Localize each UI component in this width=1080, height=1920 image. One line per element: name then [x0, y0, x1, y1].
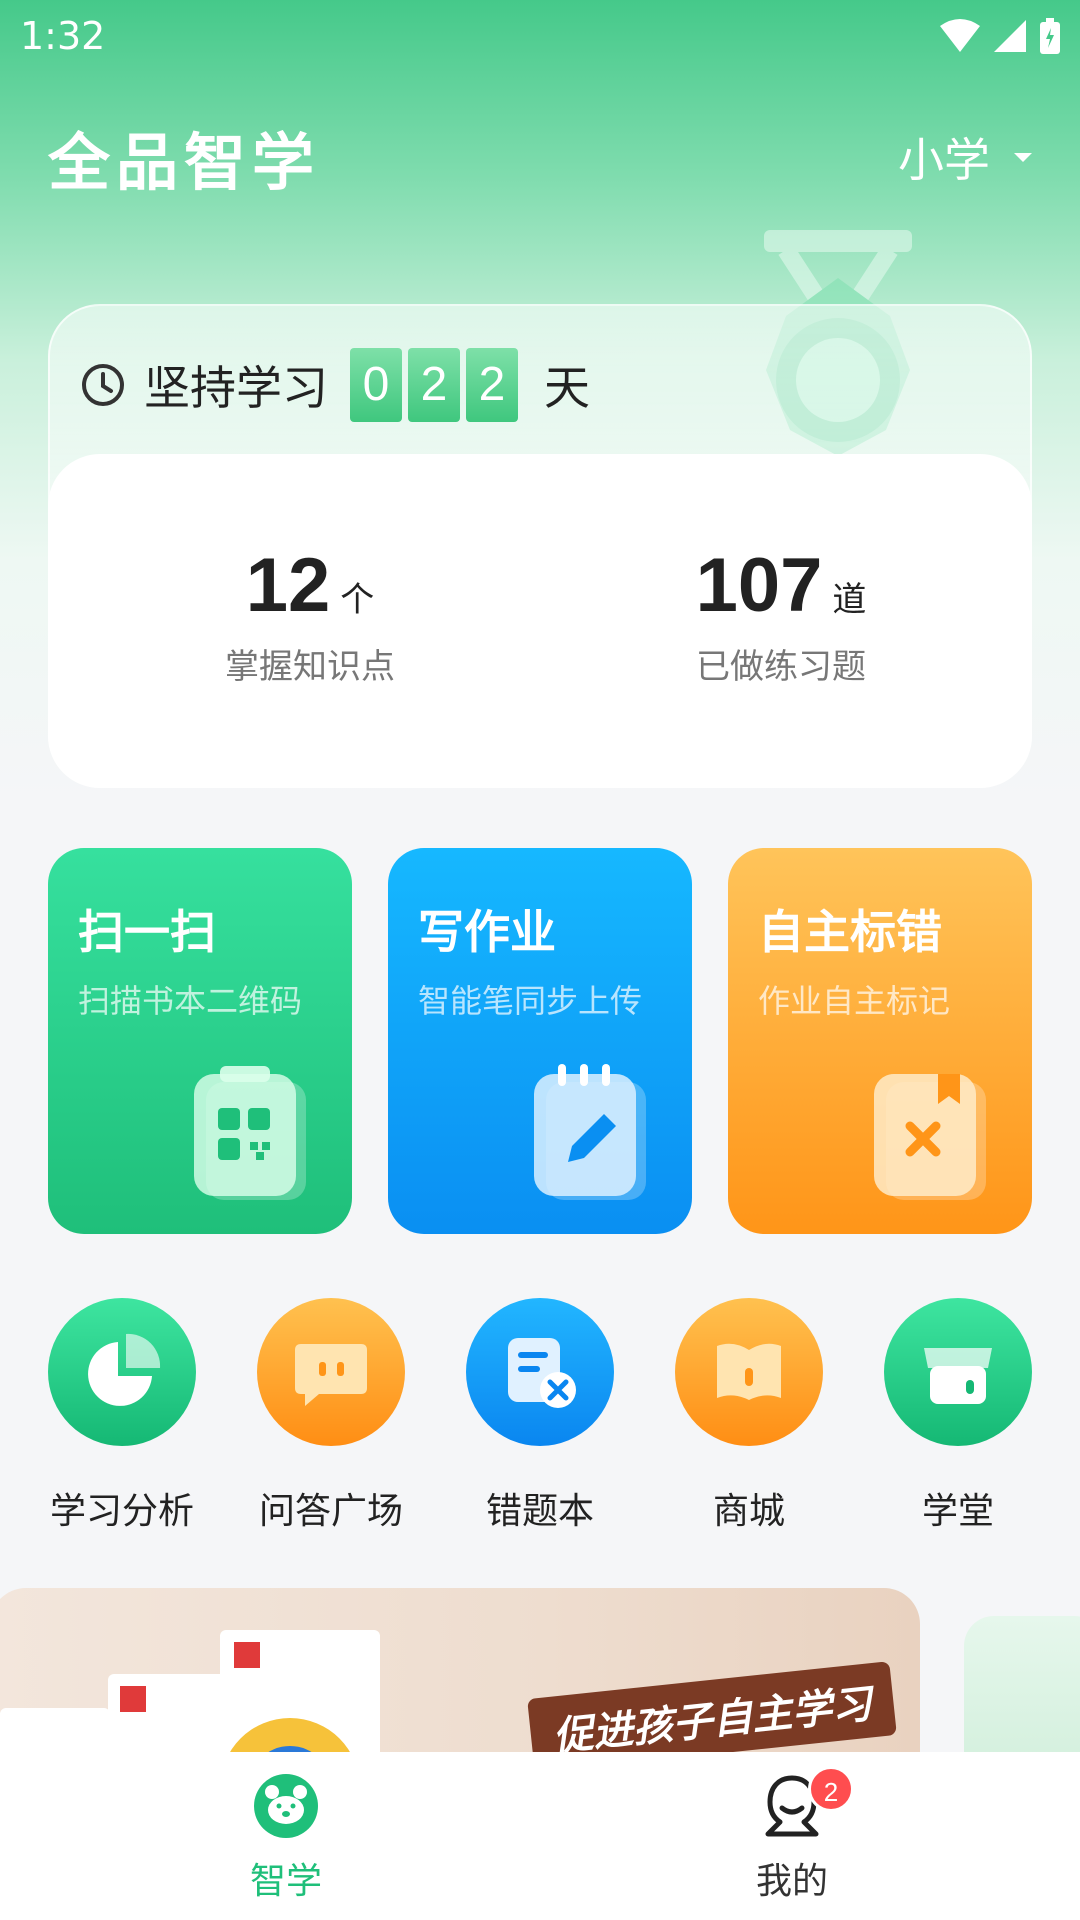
stat-unit: 道 — [832, 580, 867, 620]
grade-label: 小学 — [898, 133, 990, 187]
streak-digit: 2 — [466, 348, 518, 422]
qr-clipboard-icon — [194, 1066, 306, 1200]
open-book-icon — [717, 1343, 781, 1400]
streak-label: 坚持学习 — [144, 361, 328, 415]
app-title: 全品智学 — [48, 126, 321, 199]
shortcut-study-analysis[interactable]: 学习分析 — [37, 1298, 207, 1534]
shortcut-mall[interactable]: 商城 — [664, 1298, 834, 1534]
bookmark-x-icon — [874, 1074, 986, 1200]
stat-value: 107 — [695, 543, 823, 628]
card-subtitle: 智能笔同步上传 — [418, 982, 643, 1020]
stat-knowledge-points[interactable]: 12 个 掌握知识点 — [160, 542, 460, 688]
shortcut-qa-square[interactable]: 问答广场 — [246, 1298, 416, 1534]
shortcut-icon-bg — [257, 1298, 405, 1446]
streak-digit: 0 — [350, 348, 402, 422]
card-subtitle: 扫描书本二维码 — [78, 982, 303, 1020]
shortcut-label: 错题本 — [485, 1491, 594, 1532]
notebook-pen-icon — [534, 1064, 646, 1200]
bear-face-icon — [254, 1774, 318, 1838]
shortcut-academy[interactable]: 学堂 — [873, 1298, 1043, 1534]
clock-icon — [82, 364, 124, 406]
status-icons — [938, 16, 1062, 56]
stat-unit: 个 — [340, 580, 375, 620]
homework-card[interactable]: 写作业 智能笔同步上传 — [388, 848, 692, 1234]
wifi-icon — [940, 19, 980, 52]
stat-label: 掌握知识点 — [225, 647, 395, 687]
notification-badge: 2 — [808, 1766, 854, 1812]
caret-down-icon — [1014, 152, 1032, 162]
pie-chart-icon — [88, 1333, 161, 1406]
shortcut-icon-bg — [48, 1298, 196, 1446]
nav-tab-zhixue[interactable]: 智学 — [206, 1772, 366, 1904]
store-icon — [924, 1348, 992, 1404]
streak-unit: 天 — [544, 361, 590, 415]
stat-value: 12 — [245, 543, 331, 628]
shortcut-label: 商城 — [712, 1491, 785, 1532]
streak-row: 坚持学习 0 2 2 天 — [80, 348, 590, 422]
stats-card: 12 个 掌握知识点 107 道 已做练习题 — [48, 454, 1032, 788]
nav-label: 我的 — [755, 1861, 828, 1902]
signal-icon — [994, 20, 1026, 52]
shortcut-label: 学习分析 — [49, 1491, 194, 1532]
shortcut-label: 问答广场 — [258, 1491, 403, 1532]
nav-tab-mine[interactable]: 2 我的 — [712, 1766, 872, 1904]
streak-digit: 2 — [408, 348, 460, 422]
stat-exercises-done[interactable]: 107 道 已做练习题 — [631, 542, 931, 688]
self-mark-card[interactable]: 自主标错 作业自主标记 — [728, 848, 1032, 1234]
status-bar: 1:32 — [0, 0, 1080, 80]
shortcut-label: 学堂 — [921, 1491, 994, 1532]
chat-bubble-icon — [295, 1344, 367, 1406]
error-note-icon — [508, 1338, 576, 1408]
nav-label: 智学 — [249, 1861, 322, 1902]
status-time: 1:32 — [20, 14, 106, 58]
stat-label: 已做练习题 — [696, 647, 866, 687]
battery-icon — [1040, 18, 1060, 54]
shortcut-icon-bg — [466, 1298, 614, 1446]
bottom-navigation: 智学 2 我的 — [0, 1752, 1080, 1920]
grade-selector[interactable]: 小学 — [898, 124, 1032, 190]
card-title: 自主标错 — [758, 905, 942, 959]
shortcut-icon-bg — [884, 1298, 1032, 1446]
scan-card[interactable]: 扫一扫 扫描书本二维码 — [48, 848, 352, 1234]
card-title: 扫一扫 — [78, 905, 216, 959]
card-subtitle: 作业自主标记 — [758, 982, 951, 1020]
shortcut-error-book[interactable]: 错题本 — [455, 1298, 625, 1534]
shortcut-icon-bg — [675, 1298, 823, 1446]
card-title: 写作业 — [418, 905, 556, 959]
